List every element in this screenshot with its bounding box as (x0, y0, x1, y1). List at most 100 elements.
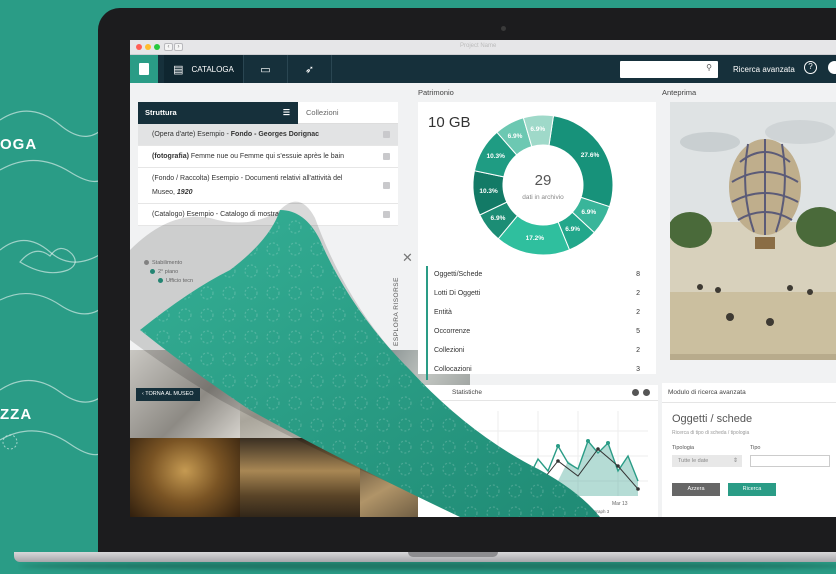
search-icon[interactable]: ⚲ (706, 63, 712, 72)
artwork-thumbnail[interactable] (130, 438, 240, 517)
close-window-button[interactable] (136, 44, 142, 50)
resource-count-list: Oggetti/Schede 8 Lotti Di Oggetti 2 Entità 2 O… (426, 266, 648, 380)
resource-count-value: 5 (636, 328, 640, 335)
resource-count-row[interactable]: Oggetti/Schede 8 (426, 266, 648, 285)
top-navbar: ▤ CATALOGA ▭ ➶ ⚲ Ricerca avanzata ? (130, 55, 836, 83)
close-icon[interactable]: ✕ (402, 250, 413, 266)
donut-slice-label: 6.9% (565, 226, 581, 234)
list-item-bold: Fondo - Georges Dorignac (230, 131, 320, 138)
edit-icon[interactable] (383, 130, 390, 138)
explore-resources-label: ESPLORA RISORSE (392, 277, 400, 346)
catalog-icon[interactable] (383, 210, 390, 218)
donut-slice-label: 6.9% (490, 214, 506, 222)
advanced-search-panel: Modulo di ricerca avanzata Oggetti / sch… (662, 383, 836, 517)
document-icon: ▤ (173, 63, 184, 76)
donut-slice-label: 6.9% (507, 132, 523, 140)
resource-count-label: Collocazioni (434, 366, 472, 373)
donut-slice-label: 17.2% (525, 235, 545, 243)
tree-node-label: Ufficio tecn (166, 278, 194, 284)
resource-count-label: Lotti Di Oggetti (434, 290, 481, 297)
resource-count-value: 2 (636, 347, 640, 354)
advanced-search-heading: Oggetti / schede (672, 413, 753, 425)
chevron-down-icon: ⇕ (732, 458, 738, 464)
tab-cataloga[interactable]: ▤ CATALOGA (164, 55, 244, 83)
minimize-window-button[interactable] (145, 44, 151, 50)
window-title: Project Name (460, 43, 497, 49)
artwork-thumbnail[interactable] (240, 350, 360, 438)
statistics-title: Statistiche (452, 389, 482, 396)
donut-total-label: dati in archivio (522, 194, 564, 201)
donut-chart: 27.6% 6.9% 6.9% 17.2% 6.9% 10.3% 10.3% 6.9% 6.9%… (468, 110, 618, 260)
book-icon (139, 63, 149, 75)
search-input[interactable]: ⚲ (620, 61, 718, 78)
advanced-search-subtitle: Ricerca di tipo di scheda / tipologia (672, 430, 750, 436)
list-item[interactable]: (Opera d'arte) Esempio - Fondo - Georges… (138, 124, 398, 146)
maximize-window-button[interactable] (154, 44, 160, 50)
resource-count-value: 8 (636, 271, 640, 278)
tab-monitor[interactable]: ▭ (244, 55, 288, 83)
resource-count-row[interactable]: Collocazioni 3 (426, 361, 648, 380)
x-tick-label: Mar 13 (612, 501, 628, 507)
resource-count-row[interactable]: Collezioni 2 (426, 342, 648, 361)
preview-title: Anteprima (662, 88, 697, 97)
statistics-header: Statistiche (418, 385, 658, 401)
tipologia-select[interactable]: Tutte le date ⇕ (672, 455, 742, 467)
tree-node-label: Stabilimento (152, 260, 183, 266)
list-item-text: (Catalogo) Esempio - Catalogo di mostra (152, 211, 279, 218)
folder-icon[interactable] (383, 181, 390, 189)
patrimonio-title: Patrimonio (418, 88, 454, 97)
filter-icon[interactable]: ☰ (283, 108, 290, 117)
back-arrow-icon[interactable]: ‹ (164, 43, 173, 51)
resource-count-label: Occorrenze (434, 328, 471, 335)
artwork-thumbnail[interactable] (240, 438, 360, 517)
line-chart: Mar 10 Mar 13 graph 3 (478, 411, 648, 514)
info-icon[interactable] (632, 389, 639, 396)
advanced-search-title: Modulo di ricerca avanzata (662, 383, 836, 403)
preview-image[interactable] (670, 102, 836, 360)
statistics-chart: Mar 10 Mar 13 graph 3 (418, 401, 658, 517)
resource-count-row[interactable]: Occorrenze 5 (426, 323, 648, 342)
decorative-waves (0, 110, 110, 456)
list-item[interactable]: (Catalogo) Esempio - Catalogo di mostra (138, 204, 398, 226)
side-word-1: OGA (0, 136, 38, 153)
side-word-2: ZZA (0, 406, 33, 423)
camera-icon[interactable] (383, 152, 390, 160)
close-panel-icon[interactable] (643, 389, 650, 396)
tab-publish[interactable]: ➶ (288, 55, 332, 83)
user-icon[interactable] (828, 61, 836, 74)
resource-count-row[interactable]: Entità 2 (426, 304, 648, 323)
tab-collezioni[interactable]: Collezioni (298, 102, 398, 124)
app-logo[interactable] (130, 55, 158, 83)
tab-struttura[interactable]: Struttura ☰ (138, 102, 298, 124)
legend-label: graph 3 (594, 509, 610, 514)
forward-arrow-icon[interactable]: › (174, 43, 183, 51)
explore-resources-toggle[interactable]: ESPLORA RISORSE (393, 270, 410, 360)
location-tree: Stabilimento 2° piano Ufficio tecn (144, 260, 193, 287)
tab-cataloga-label: CATALOGA (191, 64, 234, 74)
structure-list: (Opera d'arte) Esempio - Fondo - Georges… (138, 124, 398, 226)
resource-count-row[interactable]: Lotti Di Oggetti 2 (426, 285, 648, 304)
x-tick-label: Mar 10 (562, 501, 578, 507)
tree-node[interactable]: Stabilimento (144, 260, 193, 269)
tree-node[interactable]: 2° piano (144, 269, 193, 278)
help-icon[interactable]: ? (804, 61, 817, 74)
donut-total: 29 (534, 172, 552, 189)
tipo-input[interactable] (750, 455, 830, 467)
back-to-museum-button[interactable]: ‹ TORNA AL MUSEO (136, 388, 200, 401)
list-item-text: Femme nue ou Femme qui s'essuie après le… (188, 153, 344, 160)
app-screen: ‹ › Project Name ▤ CATALOGA ▭ ➶ ⚲ Ricerc… (130, 40, 836, 517)
advanced-search-link[interactable]: Ricerca avanzata (733, 65, 795, 74)
list-item[interactable]: (fotografia) Femme nue ou Femme qui s'es… (138, 146, 398, 168)
reset-button[interactable]: Azzera (672, 483, 720, 496)
list-item-bold: (fotografia) (152, 153, 189, 160)
search-button[interactable]: Ricerca (728, 483, 776, 496)
balloon-artwork (670, 102, 836, 360)
list-item-text: (Opera d'arte) Esempio - (152, 131, 231, 138)
resource-count-value: 2 (636, 290, 640, 297)
tree-node[interactable]: Ufficio tecn (144, 278, 193, 287)
list-item[interactable]: (Fondo / Raccolta) Esempio - Documenti r… (138, 168, 398, 204)
list-item-bold: 1920 (176, 188, 193, 196)
tipologia-label: Tipologia (672, 445, 695, 451)
resource-count-label: Collezioni (434, 347, 465, 354)
resource-count-value: 3 (636, 366, 640, 373)
